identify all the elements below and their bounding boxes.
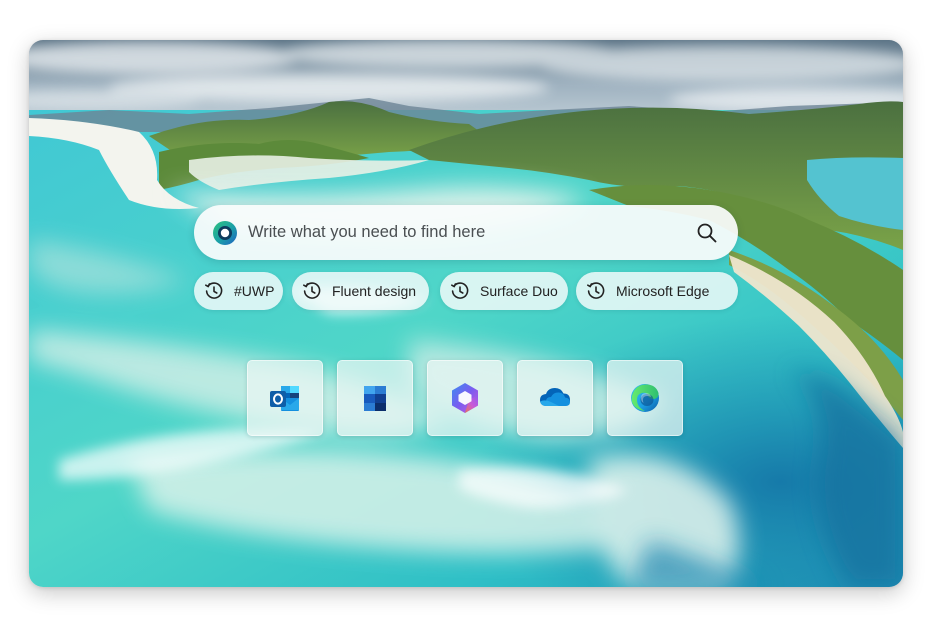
app-tile-microsoft-365[interactable] [427, 360, 503, 436]
recent-search-chip-microsoft-edge[interactable]: Microsoft Edge [576, 272, 738, 310]
recent-search-chip-surface-duo[interactable]: Surface Duo [440, 272, 568, 310]
brand-logo-icon [213, 220, 237, 245]
chip-label: Microsoft Edge [616, 283, 710, 299]
onedrive-icon [540, 388, 570, 406]
app-tile-office[interactable] [337, 360, 413, 436]
edge-icon [631, 384, 659, 412]
search-input[interactable] [248, 217, 694, 248]
search-box[interactable] [194, 205, 738, 260]
chip-label: #UWP [234, 283, 275, 299]
office-blocks-icon [364, 386, 386, 411]
microsoft-365-icon [452, 383, 478, 413]
app-tile-microsoft-edge[interactable] [607, 360, 683, 436]
chip-label: Fluent design [332, 283, 417, 299]
search-button[interactable] [694, 220, 720, 246]
background-landscape-image [29, 40, 903, 587]
recent-search-chip-uwp[interactable]: #UWP [194, 272, 283, 310]
search-icon [697, 223, 717, 242]
history-icon [205, 282, 223, 299]
history-icon [303, 282, 321, 299]
new-tab-window: #UWP Fluent design Surface Duo [29, 40, 903, 587]
app-tile-onedrive[interactable] [517, 360, 593, 436]
history-icon [587, 282, 605, 299]
recent-search-chip-fluent-design[interactable]: Fluent design [292, 272, 429, 310]
chip-label: Surface Duo [480, 283, 558, 299]
outlook-icon [270, 386, 299, 411]
app-tile-outlook[interactable] [247, 360, 323, 436]
history-icon [451, 282, 469, 299]
